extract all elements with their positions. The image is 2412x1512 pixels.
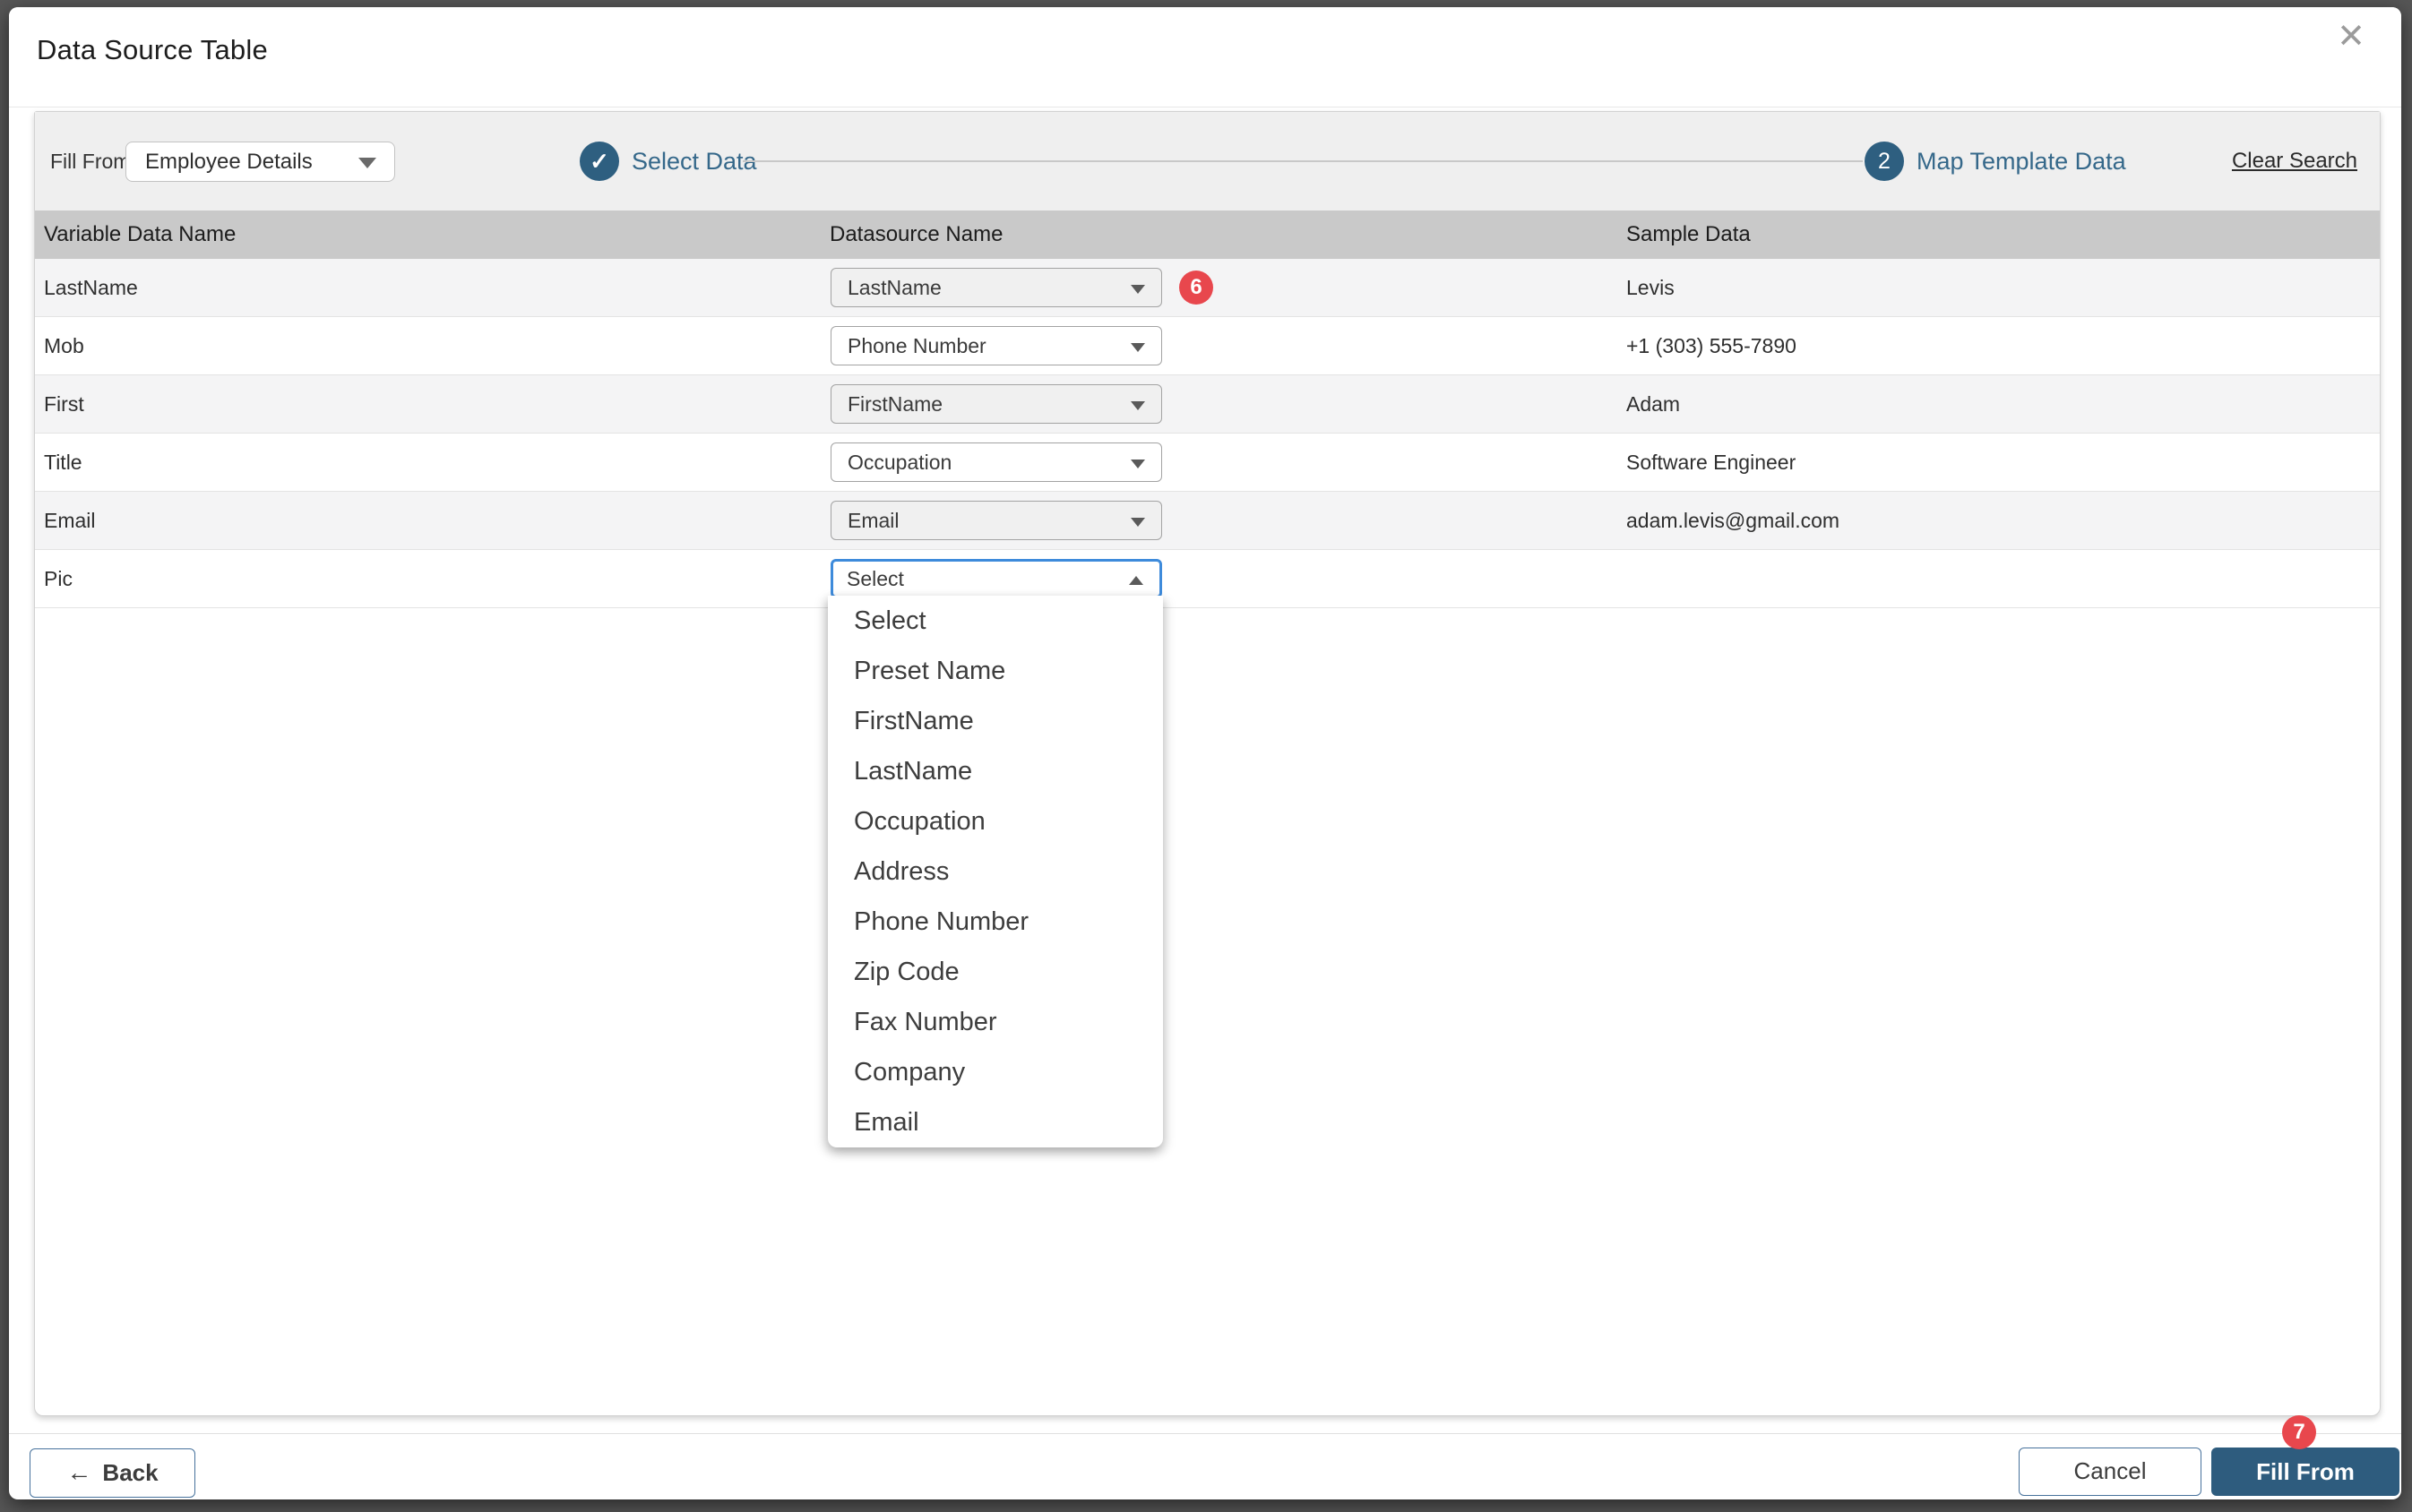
screen: Data Source Table ✕ Fill From : Employee… (0, 0, 2412, 1512)
fill-from-button[interactable]: Fill From (2211, 1448, 2399, 1496)
dropdown-option[interactable]: Zip Code (828, 947, 1163, 997)
annotation-badge-7: 7 (2282, 1415, 2316, 1449)
table-header: Variable Data Name Datasource Name Sampl… (35, 210, 2380, 259)
check-icon: ✓ (590, 148, 609, 175)
dropdown-option[interactable]: LastName (828, 746, 1163, 796)
variable-name-cell: Title (44, 451, 82, 474)
table-row: Email Email adam.levis@gmail.com (35, 492, 2380, 550)
datasource-dropdown-menu: Select Preset Name FirstName LastName Oc… (828, 596, 1163, 1147)
back-arrow-icon: ← (66, 1458, 92, 1486)
dropdown-option[interactable]: Phone Number (828, 897, 1163, 947)
sample-data-cell: adam.levis@gmail.com (1626, 509, 1840, 532)
cancel-button[interactable]: Cancel (2019, 1448, 2201, 1496)
toolbar: Fill From : Employee Details ✓ Select Da… (35, 112, 2380, 210)
modal-title: Data Source Table (37, 34, 268, 65)
chevron-down-icon (1131, 401, 1145, 410)
modal-header: Data Source Table ✕ (9, 7, 2401, 107)
chevron-down-icon (1131, 343, 1145, 352)
step2-label[interactable]: Map Template Data (1917, 112, 2126, 210)
chevron-down-icon (1131, 518, 1145, 527)
dropdown-option[interactable]: Company (828, 1047, 1163, 1097)
close-icon[interactable]: ✕ (2337, 20, 2365, 54)
datasource-select-value: LastName (848, 276, 942, 299)
sample-data-cell: Software Engineer (1626, 451, 1796, 474)
sample-data-cell: +1 (303) 555-7890 (1626, 334, 1796, 357)
dropdown-option[interactable]: Occupation (828, 796, 1163, 846)
datasource-select-value: Occupation (848, 451, 952, 474)
table-row: Mob Phone Number +1 (303) 555-7890 (35, 317, 2380, 375)
footer-divider (9, 1433, 2401, 1434)
step2-number-circle: 2 (1865, 142, 1904, 181)
datasource-select[interactable]: Phone Number (831, 326, 1162, 365)
datasource-select-open[interactable]: Select (831, 559, 1162, 598)
dropdown-option[interactable]: FirstName (828, 696, 1163, 746)
back-button-label: Back (102, 1459, 159, 1486)
datasource-select-value: Phone Number (848, 334, 986, 357)
step1-check-circle: ✓ (580, 142, 619, 181)
column-header-datasource-name: Datasource Name (830, 222, 1004, 246)
chevron-up-icon (1129, 576, 1143, 585)
content-panel: Fill From : Employee Details ✓ Select Da… (34, 111, 2381, 1416)
table-row: First FirstName Adam (35, 375, 2380, 434)
table-row: Title Occupation Software Engineer (35, 434, 2380, 492)
chevron-down-icon (1131, 460, 1145, 468)
data-source-table-modal: Data Source Table ✕ Fill From : Employee… (9, 7, 2401, 1499)
dropdown-option[interactable]: Select (828, 596, 1163, 646)
chevron-down-icon (358, 158, 376, 168)
column-header-sample-data: Sample Data (1626, 222, 1751, 246)
datasource-select[interactable]: Occupation (831, 442, 1162, 482)
sample-data-cell: Adam (1626, 392, 1681, 416)
datasource-select[interactable]: LastName (831, 268, 1162, 307)
annotation-badge-6: 6 (1179, 271, 1213, 305)
stepper-connector-line (743, 160, 1863, 162)
datasource-select-value: Select (847, 567, 904, 590)
step1-label[interactable]: Select Data (632, 112, 757, 210)
datasource-select[interactable]: Email (831, 501, 1162, 540)
fill-from-select-value: Employee Details (145, 150, 313, 174)
datasource-select-value: Email (848, 509, 900, 532)
variable-name-cell: LastName (44, 276, 138, 299)
variable-name-cell: Mob (44, 334, 84, 357)
dropdown-option[interactable]: Email (828, 1097, 1163, 1147)
datasource-select-value: FirstName (848, 392, 943, 416)
variable-name-cell: Email (44, 509, 96, 532)
column-header-variable-data-name: Variable Data Name (44, 222, 237, 246)
dropdown-option[interactable]: Preset Name (828, 646, 1163, 696)
variable-name-cell: First (44, 392, 84, 416)
sample-data-cell: Levis (1626, 276, 1675, 299)
chevron-down-icon (1131, 285, 1145, 294)
table-row: LastName LastName Levis 6 (35, 259, 2380, 317)
back-button[interactable]: ← Back (30, 1448, 195, 1498)
clear-search-link[interactable]: Clear Search (2232, 112, 2357, 210)
table-row: Pic Select (35, 550, 2380, 608)
dropdown-option[interactable]: Address (828, 846, 1163, 897)
datasource-select[interactable]: FirstName (831, 384, 1162, 424)
table-body: LastName LastName Levis 6 Mob Phone Numb… (35, 259, 2380, 608)
variable-name-cell: Pic (44, 567, 73, 590)
dropdown-option[interactable]: Fax Number (828, 997, 1163, 1047)
fill-from-select[interactable]: Employee Details (125, 142, 395, 182)
